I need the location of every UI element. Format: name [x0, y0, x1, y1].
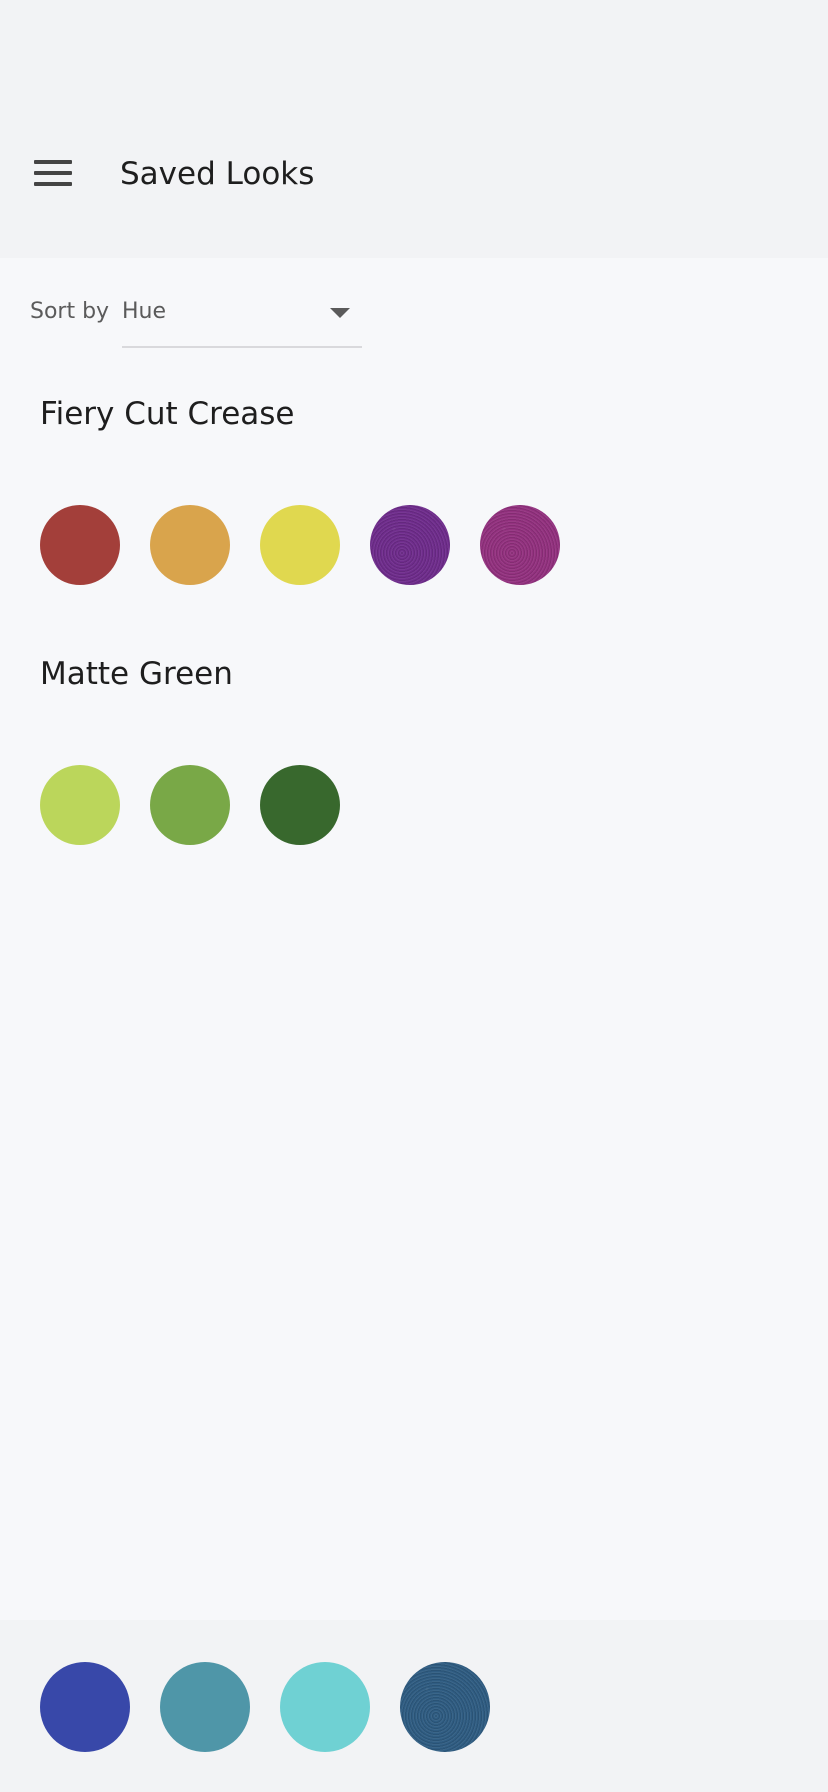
look-title-matte-green: Matte Green — [40, 656, 233, 692]
shade-swatch[interactable] — [40, 765, 120, 845]
sort-dropdown[interactable]: Hue — [122, 292, 362, 348]
tray-shade-swatch[interactable] — [40, 1662, 130, 1752]
menu-icon-bar — [34, 160, 72, 164]
tray-swatches — [40, 1662, 490, 1752]
look-swatches-fiery-cut-crease — [40, 505, 560, 585]
look-title-fiery-cut-crease: Fiery Cut Crease — [40, 396, 295, 432]
sort-selected-value: Hue — [122, 299, 167, 324]
menu-icon-bar — [34, 171, 72, 175]
shade-swatch[interactable] — [150, 765, 230, 845]
sort-label: Sort by — [30, 299, 110, 324]
caret-down-icon — [330, 308, 350, 318]
shade-swatch[interactable] — [480, 505, 560, 585]
shade-swatch[interactable] — [370, 505, 450, 585]
tray-shade-swatch[interactable] — [400, 1662, 490, 1752]
hamburger-menu-icon[interactable] — [34, 158, 72, 188]
app-bar: Saved Looks — [0, 0, 828, 258]
tray-shade-swatch[interactable] — [160, 1662, 250, 1752]
bottom-shade-tray — [0, 1620, 828, 1792]
shade-swatch[interactable] — [150, 505, 230, 585]
look-swatches-matte-green — [40, 765, 340, 845]
shade-swatch[interactable] — [260, 505, 340, 585]
menu-icon-bar — [34, 182, 72, 186]
page-title: Saved Looks — [120, 156, 315, 192]
shade-swatch[interactable] — [40, 505, 120, 585]
tray-shade-swatch[interactable] — [280, 1662, 370, 1752]
shade-swatch[interactable] — [260, 765, 340, 845]
